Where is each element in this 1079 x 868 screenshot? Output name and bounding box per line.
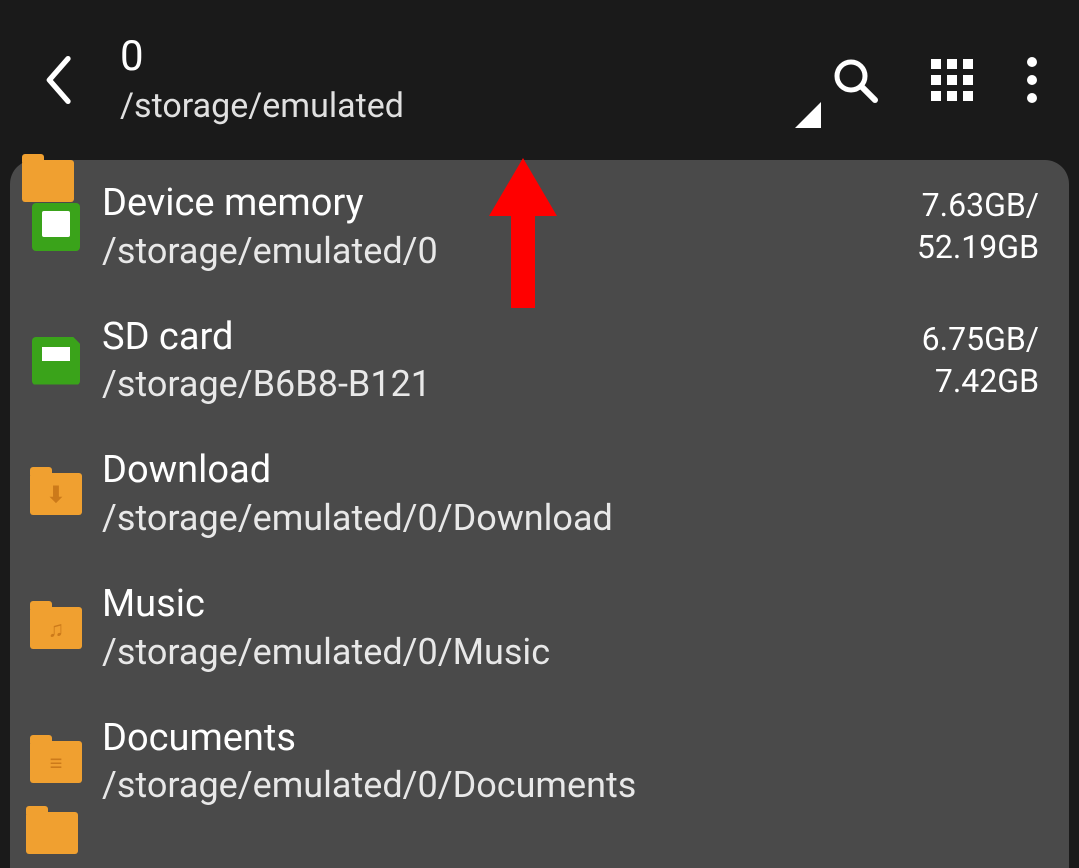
- current-folder-name: 0: [120, 34, 831, 80]
- storage-item-documents[interactable]: ≡ Documents /storage/emulated/0/Document…: [10, 695, 1069, 829]
- grid-view-button[interactable]: [929, 57, 975, 103]
- storage-item-title: Device memory: [102, 182, 917, 226]
- storage-item-path: /storage/emulated/0/Documents: [102, 764, 1039, 806]
- storage-total: 7.42GB: [922, 361, 1039, 403]
- storage-item-size: 7.63GB/ 52.19GB: [917, 185, 1039, 268]
- storage-item-path: /storage/emulated/0/Download: [102, 497, 1039, 539]
- back-button[interactable]: [20, 56, 100, 104]
- folder-icon: [22, 160, 74, 202]
- storage-item-size: 6.75GB/ 7.42GB: [922, 319, 1039, 402]
- storage-item-text: SD card /storage/B6B8-B121: [84, 316, 922, 406]
- storage-item-path: /storage/B6B8-B121: [102, 363, 922, 405]
- storage-total: 52.19GB: [917, 227, 1039, 269]
- device-memory-icon: [28, 199, 84, 255]
- storage-item-path: /storage/emulated/0/Music: [102, 631, 1039, 673]
- dropdown-triangle-icon: [795, 102, 821, 132]
- storage-dropdown-panel: Device memory /storage/emulated/0 7.63GB…: [10, 160, 1069, 868]
- storage-item-device-memory[interactable]: Device memory /storage/emulated/0 7.63GB…: [10, 160, 1069, 294]
- top-bar: 0 /storage/emulated: [0, 0, 1079, 160]
- storage-item-sd-card[interactable]: SD card /storage/B6B8-B121 6.75GB/ 7.42G…: [10, 294, 1069, 428]
- storage-item-path: /storage/emulated/0: [102, 230, 917, 272]
- grid-icon: [929, 57, 975, 103]
- storage-item-text: Documents /storage/emulated/0/Documents: [84, 717, 1039, 807]
- storage-item-title: SD card: [102, 316, 922, 360]
- current-folder-path: /storage/emulated: [120, 86, 831, 126]
- storage-item-text: Download /storage/emulated/0/Download: [84, 449, 1039, 539]
- folder-documents-icon: ≡: [28, 734, 84, 790]
- storage-item-text: Music /storage/emulated/0/Music: [84, 583, 1039, 673]
- folder-download-icon: ⬇: [28, 466, 84, 522]
- sd-card-icon: [28, 333, 84, 389]
- storage-item-download[interactable]: ⬇ Download /storage/emulated/0/Download: [10, 427, 1069, 561]
- storage-used: 6.75GB/: [922, 319, 1039, 361]
- storage-used: 7.63GB/: [917, 185, 1039, 227]
- folder-icon: [26, 812, 78, 854]
- action-bar: [831, 56, 1059, 104]
- storage-item-text: Device memory /storage/emulated/0: [84, 182, 917, 272]
- storage-item-title: Documents: [102, 717, 1039, 761]
- more-vert-icon: [1025, 56, 1039, 104]
- folder-music-icon: ♫: [28, 600, 84, 656]
- storage-item-title: Download: [102, 449, 1039, 493]
- search-icon: [831, 56, 879, 104]
- path-dropdown[interactable]: 0 /storage/emulated: [100, 34, 831, 126]
- storage-item-music[interactable]: ♫ Music /storage/emulated/0/Music: [10, 561, 1069, 695]
- chevron-left-icon: [44, 56, 76, 104]
- search-button[interactable]: [831, 56, 879, 104]
- overflow-menu-button[interactable]: [1025, 56, 1039, 104]
- storage-item-title: Music: [102, 583, 1039, 627]
